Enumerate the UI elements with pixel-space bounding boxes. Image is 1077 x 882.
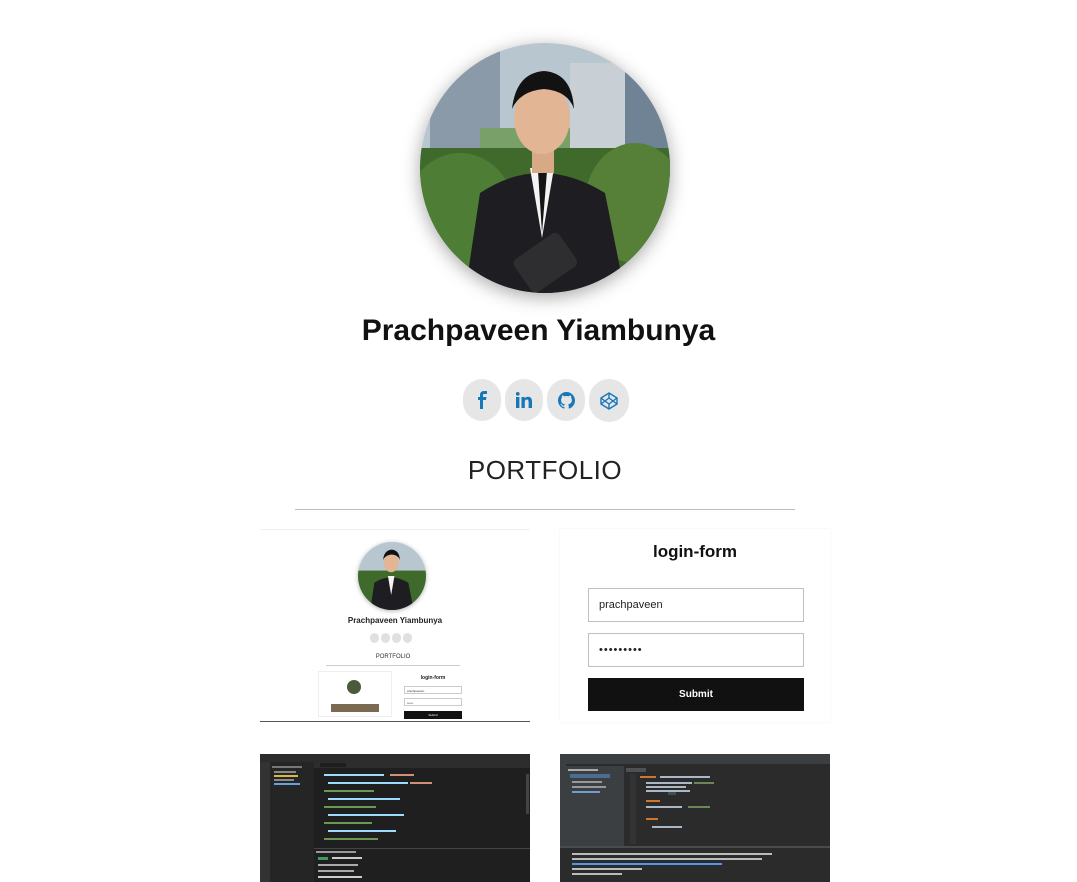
github-link[interactable]: [547, 379, 585, 421]
mini-facebook-icon: [370, 633, 379, 643]
mini-divider: [326, 665, 460, 666]
profile-avatar: [420, 43, 670, 293]
submit-button[interactable]: Submit: [588, 678, 804, 711]
portfolio-preview-card[interactable]: Prachpaveen Yiambunya PORTFOLIO login-fo…: [260, 529, 530, 722]
mini-password-field: ••••••: [404, 698, 462, 706]
linkedin-link[interactable]: [505, 379, 543, 421]
password-field[interactable]: [588, 633, 804, 667]
mini-name: Prachpaveen Yiambunya: [347, 616, 443, 625]
portfolio-title: PORTFOLIO: [467, 455, 623, 485]
mini-portfolio-title: PORTFOLIO: [375, 654, 411, 660]
login-form-card: login-form Submit: [560, 529, 830, 722]
mini-avatar: [358, 542, 426, 610]
section-divider: [295, 509, 795, 510]
code-editor-preview-card[interactable]: [260, 754, 530, 882]
mini-linkedin-icon: [381, 633, 390, 643]
code-editor-screenshot: [260, 754, 530, 882]
ide-screenshot: [560, 754, 830, 882]
codepen-icon: [600, 391, 618, 410]
login-form-title: login-form: [652, 542, 738, 561]
mini-card-preview: [318, 671, 392, 717]
username-field[interactable]: [588, 588, 804, 622]
social-links: [463, 379, 629, 422]
mini-github-icon: [392, 633, 401, 643]
linkedin-icon: [516, 392, 532, 408]
mini-username-field: prachpaveen: [404, 686, 462, 694]
mini-login-title: login-form: [420, 675, 446, 681]
ide-preview-card[interactable]: [560, 754, 830, 882]
facebook-link[interactable]: [463, 379, 501, 421]
facebook-icon: [475, 391, 489, 409]
profile-name: Prachpaveen Yiambunya: [361, 314, 716, 347]
github-icon: [557, 391, 575, 409]
mini-submit-button: Submit: [404, 711, 462, 719]
mini-login-card: login-form prachpaveen •••••• Submit: [400, 671, 466, 721]
mini-social-links: [370, 633, 412, 643]
mini-codepen-icon: [403, 633, 412, 643]
codepen-link[interactable]: [589, 379, 629, 422]
